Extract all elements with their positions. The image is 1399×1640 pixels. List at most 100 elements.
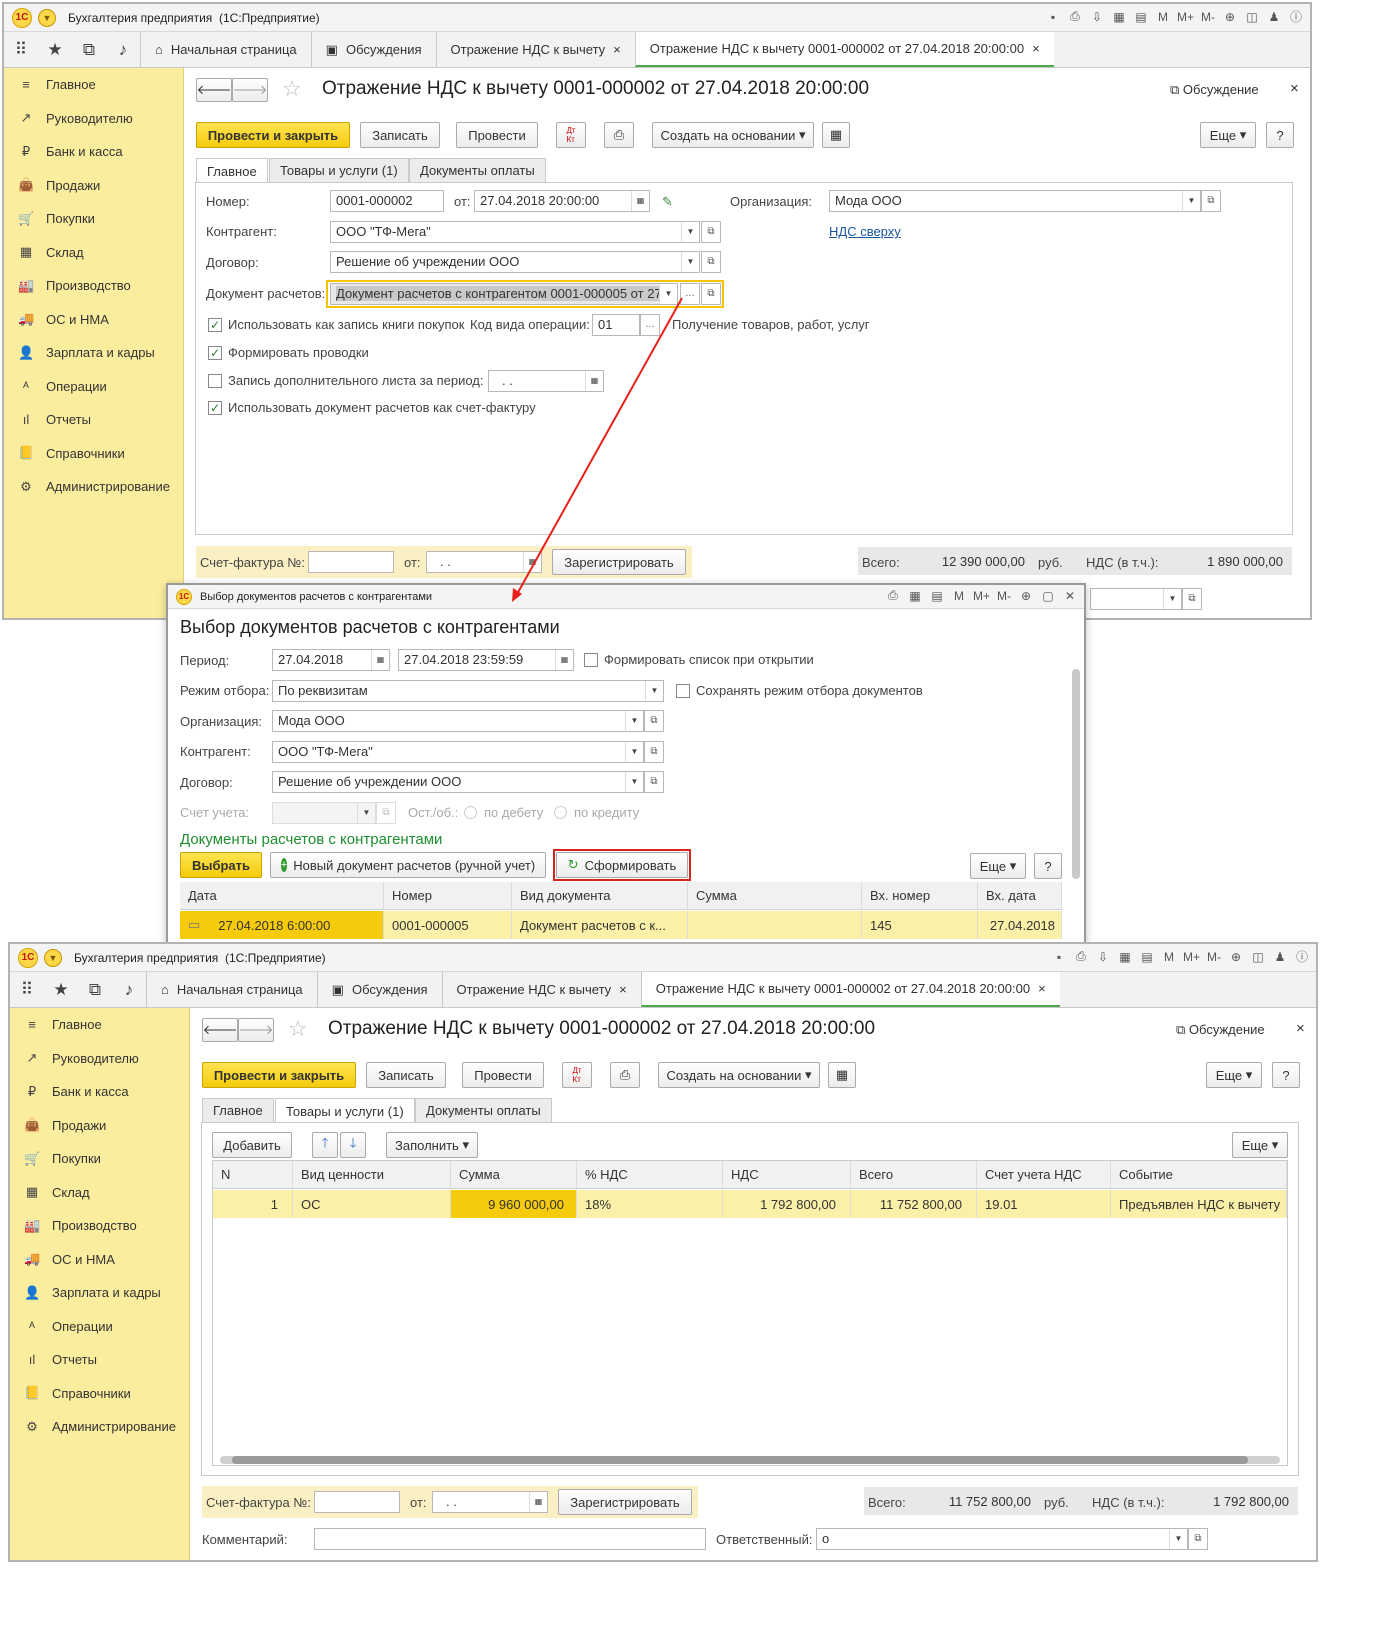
op-code-field[interactable]: 01 <box>592 314 640 336</box>
tab-home[interactable]: ⌂ Начальная страница <box>140 32 311 67</box>
create-based-button[interactable]: Создать на основании ▾ <box>652 122 814 148</box>
account-field[interactable]: ▼ <box>272 802 376 824</box>
period-to-field[interactable]: 27.04.2018 23:59:59 ▦ <box>398 649 574 671</box>
sidebar-item-main[interactable]: ≡ Главное <box>4 68 183 102</box>
fill-button[interactable]: Заполнить ▾ <box>386 1132 478 1158</box>
chevron-down-icon[interactable]: ▼ <box>1169 1529 1187 1549</box>
register-button[interactable]: Зарегистрировать <box>552 549 686 575</box>
col-sum[interactable]: Сумма <box>451 1161 577 1188</box>
sidebar-item-bank[interactable]: ₽ Банк и касса <box>10 1075 189 1109</box>
calendar-icon[interactable]: ▦ <box>555 650 573 670</box>
dlg-more-button[interactable]: Еще ▾ <box>970 853 1026 879</box>
sidebar-item-reports[interactable]: ıl Отчеты <box>4 403 183 437</box>
col-number[interactable]: Номер <box>384 882 512 909</box>
contract-field[interactable]: Решение об учреждении ООО ▼ <box>330 251 700 273</box>
sidebar-item-sales[interactable]: 👜 Продажи <box>4 169 183 203</box>
select-button[interactable]: Выбрать <box>180 852 262 878</box>
credit-radio[interactable] <box>554 806 567 819</box>
open-icon[interactable]: ⧉ <box>1182 588 1202 610</box>
period-from-field[interactable]: 27.04.2018 ▦ <box>272 649 390 671</box>
dlg-org-field[interactable]: Мода ООО ▼ <box>272 710 644 732</box>
col-in-date[interactable]: Вх. дата <box>978 882 1062 909</box>
print-icon[interactable]: ⎙ <box>885 588 901 603</box>
chevron-down-icon[interactable]: ▼ <box>1163 589 1181 609</box>
invoice-number-field[interactable] <box>314 1491 400 1513</box>
open-icon[interactable]: ⧉ <box>701 251 721 273</box>
sidebar-item-admin[interactable]: ⚙ Администрирование <box>10 1410 189 1444</box>
zoom-icon[interactable]: ⊕ <box>1222 10 1238 24</box>
table-row[interactable]: ▭ 27.04.2018 6:00:00 0001-000005 Документ… <box>180 911 1062 939</box>
chevron-down-icon[interactable]: ▼ <box>625 711 643 731</box>
user-icon[interactable]: ♟ <box>1266 10 1282 24</box>
table-icon[interactable]: ▦ <box>907 589 923 603</box>
chevron-down-icon[interactable]: ▼ <box>645 681 663 701</box>
sidebar-item-admin[interactable]: ⚙ Администрирование <box>4 470 183 504</box>
tab-vat-list[interactable]: Отражение НДС к вычету × <box>435 32 635 67</box>
new-doc-button[interactable]: + Новый документ расчетов (ручной учет) <box>270 852 546 878</box>
tab-home[interactable]: ⌂ Начальная страница <box>146 972 317 1007</box>
post-button[interactable]: Провести <box>462 1062 544 1088</box>
memory-minus-icon[interactable]: M- <box>996 589 1012 603</box>
sidebar-item-manager[interactable]: ↗ Руководителю <box>4 102 183 136</box>
select-ellipsis-button[interactable]: … <box>680 283 700 305</box>
info-icon[interactable]: ⓘ <box>1288 8 1304 25</box>
save-icon[interactable]: ▪ <box>1045 10 1061 24</box>
apps-grid-icon[interactable]: ⠿ <box>4 32 38 67</box>
tab-discussions[interactable]: ▣ Обсуждения <box>316 972 442 1007</box>
close-icon[interactable]: × <box>619 982 627 997</box>
col-event[interactable]: Событие <box>1111 1161 1287 1188</box>
table-icon[interactable]: ▦ <box>1117 950 1133 964</box>
sidebar-item-production[interactable]: 🏭 Производство <box>10 1209 189 1243</box>
close-icon[interactable]: × <box>1032 41 1040 56</box>
close-icon[interactable]: × <box>1038 981 1046 996</box>
calendar-icon[interactable]: ▦ <box>585 371 603 391</box>
more-button[interactable]: Еще ▾ <box>1206 1062 1262 1088</box>
vat-on-top-link[interactable]: НДС сверху <box>829 224 901 239</box>
panel-icon[interactable]: ◫ <box>1250 950 1266 964</box>
close-form-icon[interactable]: × <box>1296 1020 1305 1037</box>
discussion-link[interactable]: ⧉ Обсуждение <box>1176 1022 1265 1038</box>
calendar-icon[interactable]: ▤ <box>1133 10 1149 24</box>
chevron-down-icon[interactable]: ▼ <box>681 222 699 242</box>
calendar-icon[interactable]: ▦ <box>371 650 389 670</box>
responsible-field[interactable]: о ▼ <box>816 1528 1188 1550</box>
sidebar-item-references[interactable]: 📒 Справочники <box>10 1377 189 1411</box>
print-button-icon[interactable]: ⎙ <box>610 1062 640 1088</box>
table-row[interactable]: 1 ОС 9 960 000,00 18% 1 792 800,00 11 75… <box>213 1190 1287 1218</box>
main-menu-icon[interactable]: ▼ <box>38 8 56 27</box>
post-and-close-button[interactable]: Провести и закрыть <box>202 1062 356 1088</box>
gen-on-open-checkbox[interactable] <box>584 653 598 667</box>
tab-vat-doc[interactable]: Отражение НДС к вычету 0001-000002 от 27… <box>640 972 1060 1007</box>
goods-more-button[interactable]: Еще ▾ <box>1232 1132 1288 1158</box>
dlg-contragent-field[interactable]: ООО "ТФ-Мега" ▼ <box>272 741 644 763</box>
extra-period-field[interactable]: . . ▦ <box>488 370 604 392</box>
favorites-star-icon[interactable]: ★ <box>44 972 78 1007</box>
col-doc-type[interactable]: Вид документа <box>512 882 688 909</box>
chevron-down-icon[interactable]: ▼ <box>1182 191 1200 211</box>
form-tab-main[interactable]: Главное <box>202 1098 274 1122</box>
table-icon[interactable]: ▦ <box>1111 10 1127 24</box>
close-icon[interactable]: ✕ <box>1062 589 1078 603</box>
calendar-icon[interactable]: ▦ <box>529 1492 547 1512</box>
back-button[interactable]: 🡐 <box>202 1018 238 1042</box>
forward-button[interactable]: 🡒 <box>232 78 268 102</box>
sidebar-item-production[interactable]: 🏭 Производство <box>4 269 183 303</box>
chevron-down-icon[interactable]: ▼ <box>625 772 643 792</box>
print-icon[interactable]: ⎙ <box>1073 949 1089 964</box>
memory-minus-icon[interactable]: M- <box>1200 10 1216 24</box>
dtkt-icon[interactable]: Дт Кт <box>556 122 586 148</box>
number-field[interactable]: 0001-000002 <box>330 190 444 212</box>
save-button[interactable]: Записать <box>360 122 440 148</box>
post-and-close-button[interactable]: Провести и закрыть <box>196 122 350 148</box>
sidebar-item-salary[interactable]: 👤 Зарплата и кадры <box>10 1276 189 1310</box>
discussion-link[interactable]: ⧉ Обсуждение <box>1170 82 1259 98</box>
chevron-down-icon[interactable]: ▼ <box>659 284 677 304</box>
form-tab-payments[interactable]: Документы оплаты <box>415 1098 552 1122</box>
sidebar-item-bank[interactable]: ₽ Банк и касса <box>4 135 183 169</box>
post-button[interactable]: Провести <box>456 122 538 148</box>
help-button[interactable]: ? <box>1266 122 1294 148</box>
memory-plus-icon[interactable]: M+ <box>1183 950 1200 964</box>
scroll-thumb[interactable] <box>232 1456 1248 1464</box>
more-button[interactable]: Еще ▾ <box>1200 122 1256 148</box>
edit-icon[interactable]: ✎ <box>662 194 673 210</box>
